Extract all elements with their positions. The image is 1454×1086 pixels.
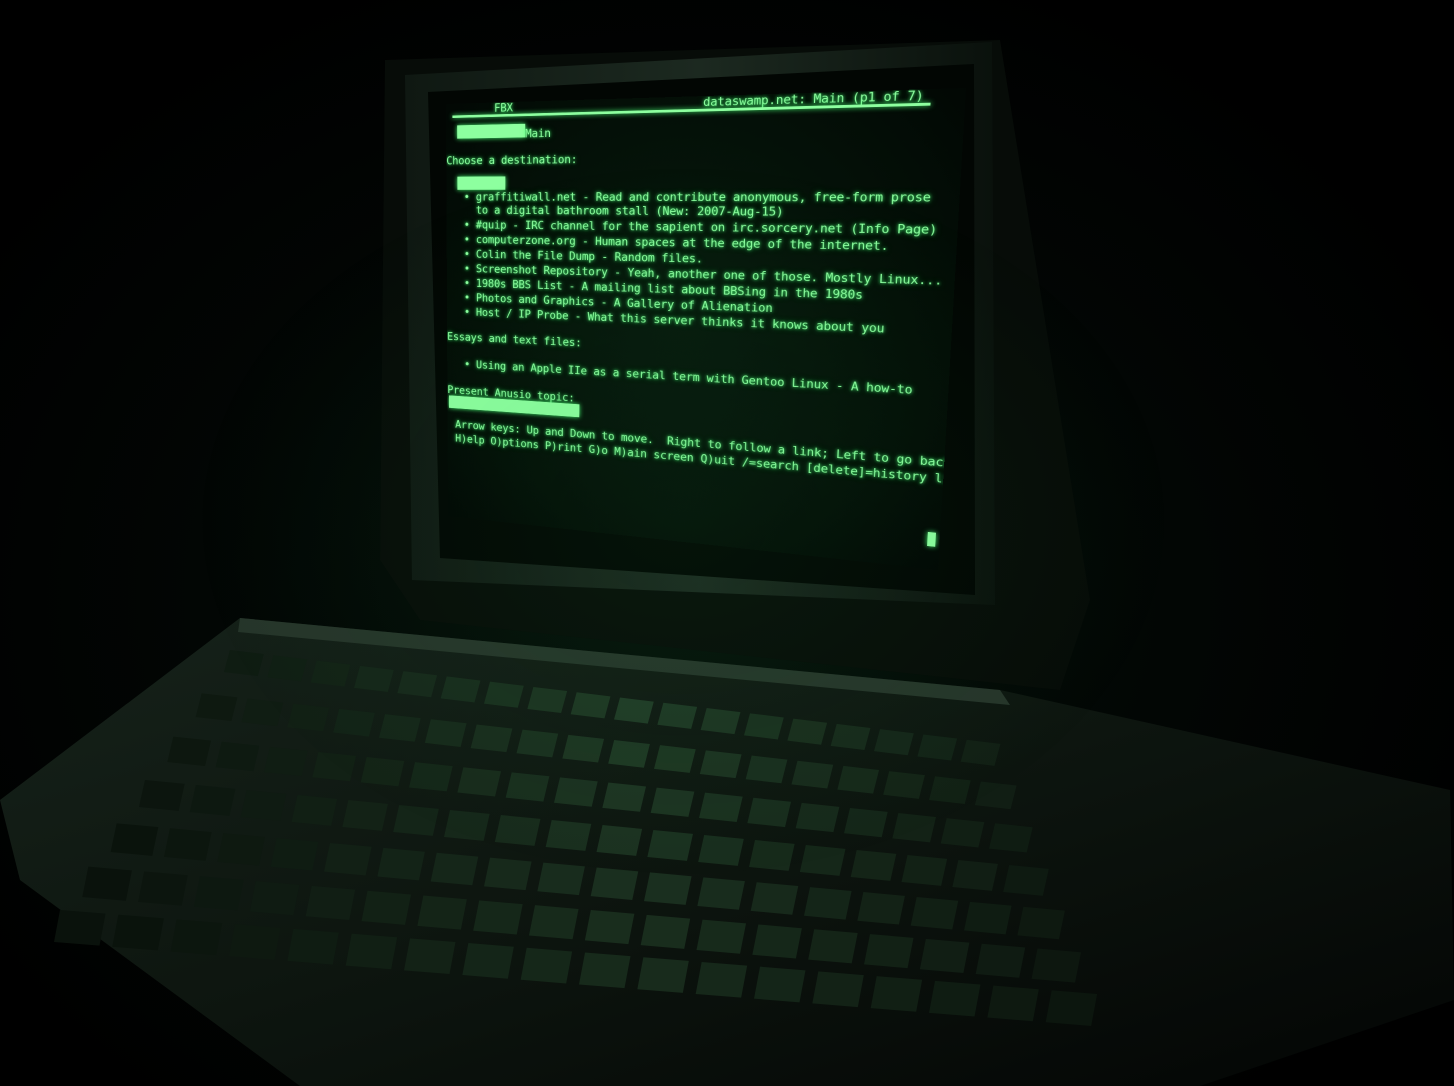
choose-heading: Choose a destination: — [446, 153, 578, 168]
header-row: Main — [457, 123, 551, 143]
link-item-continuation: to a digital bathroom stall (New: 2007-A… — [463, 204, 784, 220]
selected-menu-highlight — [457, 176, 506, 190]
essays-heading: Essays and text files: — [447, 331, 582, 350]
header-label: Main — [525, 127, 551, 141]
text-cursor — [927, 531, 937, 547]
crt-screen: FBX dataswamp.net: Main (p1 of 7) Main C… — [446, 87, 966, 570]
header-box — [457, 123, 526, 139]
photo-scene: FBX dataswamp.net: Main (p1 of 7) Main C… — [0, 0, 1454, 1086]
title-rule — [452, 102, 931, 118]
